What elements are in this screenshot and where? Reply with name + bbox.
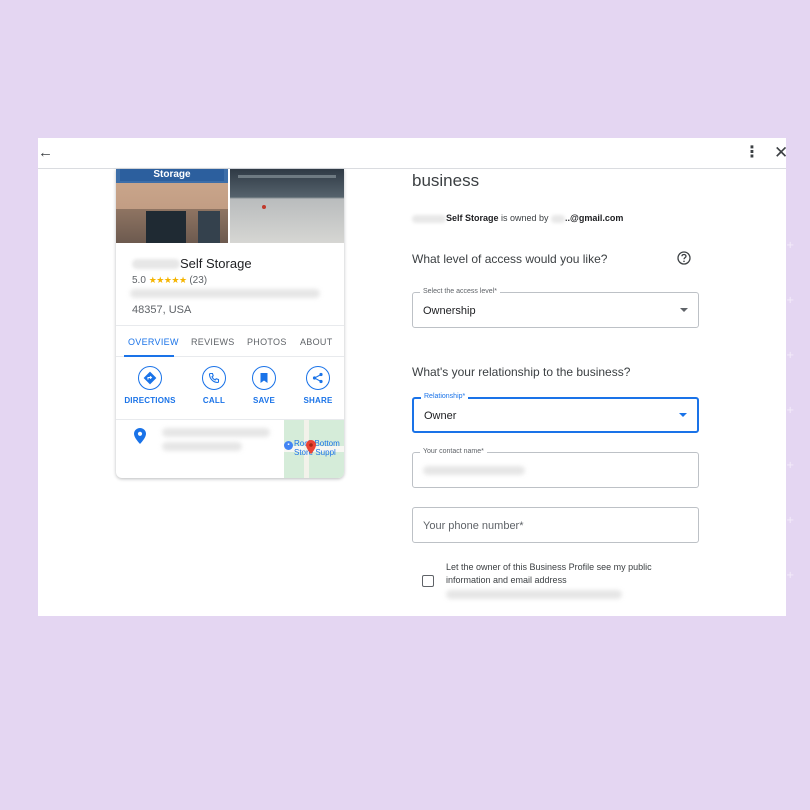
active-tab-indicator	[124, 355, 174, 357]
address-row[interactable]: ▪ Rock Bottom Store Suppl	[116, 419, 344, 478]
tab-reviews[interactable]: REVIEWS	[191, 335, 235, 349]
share-info-checkbox[interactable]	[422, 575, 434, 587]
address-zip: 48357, USA	[132, 304, 192, 316]
redacted-name	[412, 214, 446, 223]
share-info-label: Let the owner of this Business Profile s…	[446, 562, 652, 585]
bookmark-icon	[252, 366, 276, 390]
storefront-window	[198, 211, 220, 243]
owned-business-name: Self Storage	[446, 213, 499, 223]
background-mark: +	[786, 350, 795, 361]
background-mark: +	[786, 570, 795, 581]
rating-value: 5.0	[132, 275, 146, 286]
close-icon[interactable]: ✕	[774, 142, 786, 164]
share-label: SHARE	[303, 396, 333, 405]
storefront-photo[interactable]: Storage	[116, 169, 228, 243]
chevron-down-icon	[680, 308, 688, 312]
phone-icon	[202, 366, 226, 390]
review-count: (23)	[189, 275, 208, 286]
redacted-email	[551, 214, 566, 223]
access-level-question: What level of access would you like?	[412, 252, 608, 266]
access-level-select[interactable]: Select the access level* Ownership	[412, 287, 699, 328]
call-button[interactable]: CALL	[186, 366, 242, 410]
contact-name-label: Your contact name*	[420, 447, 487, 457]
contact-name-field[interactable]: Your contact name*	[412, 447, 699, 488]
interior-photo[interactable]	[230, 169, 344, 243]
form-title: business	[412, 171, 480, 190]
share-icon	[306, 366, 330, 390]
save-button[interactable]: SAVE	[236, 366, 292, 410]
redacted-full-address	[162, 442, 242, 451]
phone-number-placeholder: Your phone number*	[423, 520, 524, 532]
background-mark: +	[786, 460, 795, 471]
background-mark: +	[786, 515, 795, 526]
owner-email: ..@gmail.com	[565, 213, 624, 223]
card-tabs: OVERVIEW REVIEWS PHOTOS ABOUT	[116, 325, 344, 357]
interior-beam	[238, 175, 336, 178]
dialog-toolbar: ← ⋮ ✕	[38, 138, 786, 169]
relationship-label: Relationship*	[421, 392, 469, 402]
redacted-full-address	[162, 428, 270, 437]
map-marker-icon	[306, 440, 316, 454]
redacted-contact-name	[423, 466, 525, 475]
redacted-email-address	[446, 590, 622, 599]
map-poi-label: Rock Bottom Store Suppl	[294, 439, 340, 457]
owned-by-text: is owned by	[498, 213, 552, 223]
interior-marker	[262, 205, 266, 209]
map-thumbnail[interactable]: ▪ Rock Bottom Store Suppl	[284, 420, 344, 478]
tab-photos[interactable]: PHOTOS	[247, 335, 287, 349]
background-mark: +	[786, 295, 795, 306]
map-poi-icon: ▪	[284, 441, 293, 450]
more-vertical-icon[interactable]: ⋮	[744, 142, 760, 164]
relationship-value: Owner	[424, 410, 457, 422]
relationship-select[interactable]: Relationship* Owner	[412, 392, 699, 433]
storefront-sign: Storage	[120, 169, 224, 181]
star-rating-icon: ★★★★★	[148, 275, 187, 285]
save-label: SAVE	[253, 396, 275, 405]
business-card: Storage Self Storage 5.0 ★★★★★ (23) 4835…	[116, 169, 344, 478]
redacted-name	[132, 258, 180, 269]
phone-number-field[interactable]: Your phone number*	[412, 507, 699, 543]
tab-overview[interactable]: OVERVIEW	[128, 335, 179, 349]
chevron-down-icon	[679, 413, 687, 417]
help-icon[interactable]	[677, 251, 691, 265]
rating-row[interactable]: 5.0 ★★★★★ (23)	[132, 273, 207, 287]
background-mark: +	[786, 240, 795, 251]
call-label: CALL	[202, 396, 226, 405]
share-button[interactable]: SHARE	[290, 366, 344, 410]
access-level-label: Select the access level*	[420, 287, 500, 297]
location-pin-icon	[134, 428, 146, 444]
directions-icon	[138, 366, 162, 390]
ownership-notice: Self Storage is owned by ..@gmail.com	[412, 212, 623, 224]
access-level-value: Ownership	[423, 305, 476, 317]
directions-label: DIRECTIONS	[124, 396, 176, 405]
arrow-left-icon[interactable]: ←	[38, 143, 53, 163]
relationship-question: What's your relationship to the business…	[412, 365, 631, 379]
tab-about[interactable]: ABOUT	[300, 335, 333, 349]
business-name: Self Storage	[116, 255, 344, 273]
dialog-window: ← ⋮ ✕ Storage Self Storage 5.0 ★★★★★ (23…	[38, 138, 786, 616]
directions-button[interactable]: DIRECTIONS	[122, 366, 178, 410]
background-mark: +	[786, 405, 795, 416]
storefront-door	[146, 211, 186, 243]
business-name-text: Self Storage	[180, 256, 252, 272]
redacted-address	[130, 289, 320, 298]
